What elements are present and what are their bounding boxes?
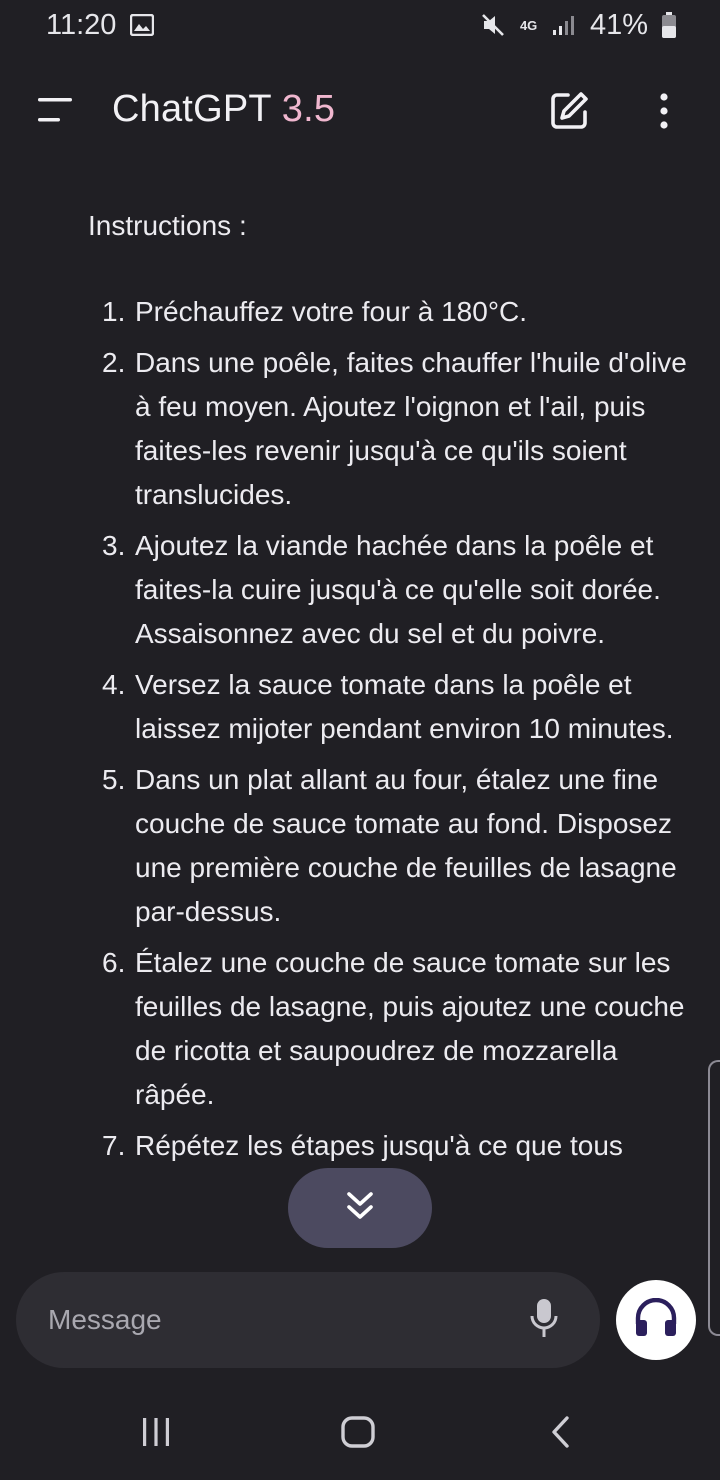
- double-chevron-down-icon: [345, 1190, 375, 1227]
- signal-icon: [552, 14, 576, 36]
- status-bar: 11:20 4G 41%: [0, 0, 720, 50]
- image-icon: [130, 14, 155, 36]
- more-options-button[interactable]: [642, 88, 686, 138]
- microphone-button[interactable]: [524, 1296, 564, 1344]
- message-input[interactable]: Message: [16, 1272, 600, 1368]
- recent-apps-icon: [140, 1416, 172, 1453]
- model-version: 3.5: [281, 88, 336, 130]
- list-item: 1. Préchauffez votre four à 180°C.: [102, 296, 528, 327]
- microphone-icon: [529, 1297, 559, 1344]
- voice-mode-button[interactable]: [616, 1280, 696, 1360]
- list-item: 2. Dans une poêle, faites chauffer l'huil…: [102, 347, 687, 510]
- back-button[interactable]: [530, 1412, 590, 1456]
- home-icon: [340, 1415, 376, 1454]
- model-name: ChatGPT: [112, 88, 272, 130]
- instruction-steps: 1. Préchauffez votre four à 180°C. 2. Dans…: [88, 290, 698, 1175]
- more-vertical-icon: [659, 92, 669, 134]
- battery-icon: [662, 12, 676, 38]
- message-intro: Instructions :: [88, 210, 247, 241]
- recent-apps-button[interactable]: [126, 1412, 186, 1456]
- app-header: ChatGPT 3.5: [0, 72, 720, 152]
- message-placeholder: Message: [48, 1304, 162, 1335]
- new-chat-icon: [548, 90, 590, 137]
- system-nav-bar: [0, 1390, 720, 1480]
- list-item: 7. Répétez les étapes jusqu'à ce que tous: [102, 1130, 623, 1161]
- mute-icon: [480, 12, 506, 38]
- app-title[interactable]: ChatGPT 3.5: [112, 88, 335, 131]
- scrollbar[interactable]: [708, 1060, 720, 1336]
- menu-button[interactable]: [30, 90, 82, 134]
- battery-level: 41%: [589, 8, 648, 41]
- list-item: 6. Étalez une couche de sauce tomate sur …: [102, 947, 685, 1110]
- network-4g-label: 4G: [519, 17, 538, 33]
- headphones-icon: [633, 1297, 679, 1343]
- home-button[interactable]: [328, 1412, 388, 1456]
- scroll-to-bottom-button[interactable]: [288, 1168, 432, 1248]
- back-icon: [549, 1415, 571, 1454]
- list-item: 3. Ajoutez la viande hachée dans la poêle…: [102, 530, 661, 649]
- list-item: 4. Versez la sauce tomate dans la poêle e…: [102, 669, 674, 744]
- menu-icon: [36, 96, 76, 129]
- status-time: 11:20: [46, 8, 117, 41]
- list-item: 5. Dans un plat allant au four, étalez un…: [102, 764, 677, 927]
- assistant-message: Instructions : 1. Préchauffez votre four …: [0, 190, 720, 1252]
- new-chat-button[interactable]: [544, 88, 594, 138]
